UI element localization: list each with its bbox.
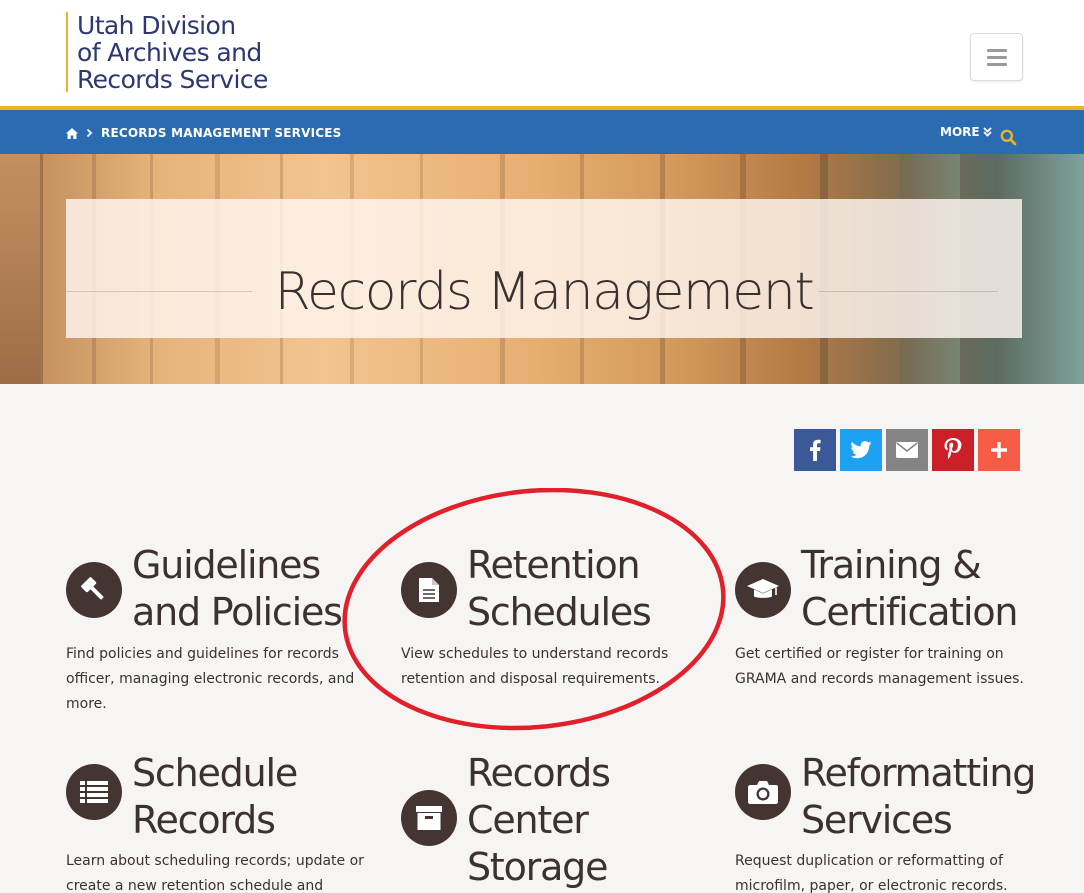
- card-title[interactable]: Schedule Records: [132, 750, 298, 844]
- page-title: Records Management: [274, 262, 815, 322]
- share-buttons: [794, 429, 1020, 471]
- card-icon-circle: [735, 562, 791, 618]
- card-description: View schedules to understand records ret…: [401, 646, 669, 687]
- card-description: Find policies and guidelines for records…: [66, 646, 355, 712]
- list-icon: [80, 781, 108, 803]
- search-icon[interactable]: [1000, 129, 1017, 146]
- card-retention-schedules[interactable]: Retention Schedules View schedules to un…: [401, 542, 701, 722]
- card-title[interactable]: Training & Certification: [801, 542, 1018, 636]
- document-icon: [419, 578, 439, 602]
- camera-icon: [748, 781, 778, 804]
- card-title[interactable]: Retention Schedules: [467, 542, 652, 636]
- logo-line-1: Utah Division: [77, 11, 236, 40]
- card-description: Learn about scheduling records; update o…: [66, 853, 364, 893]
- card-description: Get certified or register for training o…: [735, 646, 1024, 687]
- nav-bar: RECORDS MANAGEMENT SERVICES MORE: [0, 110, 1084, 154]
- plus-icon: [991, 442, 1007, 458]
- hamburger-menu-button[interactable]: [970, 33, 1023, 81]
- chevron-right-icon: [86, 128, 93, 138]
- double-chevron-down-icon: [982, 127, 992, 137]
- card-icon-circle: [401, 562, 457, 618]
- more-menu[interactable]: MORE: [940, 125, 992, 139]
- card-description: Request duplication or reformatting of m…: [735, 853, 1008, 893]
- hero-banner: Records Management: [0, 154, 1084, 384]
- card-reformatting-services[interactable]: Reformatting Services Request duplicatio…: [735, 750, 1036, 893]
- site-header: Utah Division of Archives and Records Se…: [0, 0, 1084, 106]
- logo-line-3: Records Service: [77, 65, 268, 94]
- envelope-icon: [896, 442, 918, 458]
- site-logo[interactable]: Utah Division of Archives and Records Se…: [66, 11, 268, 94]
- logo-line-2: of Archives and: [77, 38, 262, 67]
- breadcrumb-current[interactable]: RECORDS MANAGEMENT SERVICES: [101, 126, 342, 140]
- archive-box-icon: [416, 806, 442, 830]
- card-training-certification[interactable]: Training & Certification Get certified o…: [735, 542, 1035, 722]
- more-label: MORE: [940, 125, 980, 139]
- card-title[interactable]: Guidelines and Policies: [132, 542, 343, 636]
- card-guidelines-policies[interactable]: Guidelines and Policies Find policies an…: [66, 542, 366, 722]
- home-icon[interactable]: [66, 127, 78, 139]
- hamburger-menu-icon: [987, 49, 1007, 52]
- card-title[interactable]: Records Center Storage: [467, 750, 611, 891]
- card-schedule-records[interactable]: Schedule Records Learn about scheduling …: [66, 750, 366, 893]
- card-icon-circle: [401, 790, 457, 846]
- card-icon-circle: [66, 562, 122, 618]
- share-more-button[interactable]: [978, 429, 1020, 471]
- gavel-icon: [81, 577, 104, 600]
- share-facebook-button[interactable]: [794, 429, 836, 471]
- card-title[interactable]: Reformatting Services: [801, 750, 1084, 844]
- share-email-button[interactable]: [886, 429, 928, 471]
- share-twitter-button[interactable]: [840, 429, 882, 471]
- card-records-center-storage[interactable]: Records Center Storage: [401, 750, 701, 893]
- facebook-icon: [810, 439, 821, 461]
- share-pinterest-button[interactable]: [932, 429, 974, 471]
- card-icon-circle: [66, 764, 122, 820]
- card-icon-circle: [735, 764, 791, 820]
- breadcrumb: RECORDS MANAGEMENT SERVICES: [66, 126, 342, 140]
- pinterest-icon: [944, 438, 962, 459]
- twitter-icon: [850, 441, 872, 459]
- graduation-cap-icon: [747, 579, 779, 598]
